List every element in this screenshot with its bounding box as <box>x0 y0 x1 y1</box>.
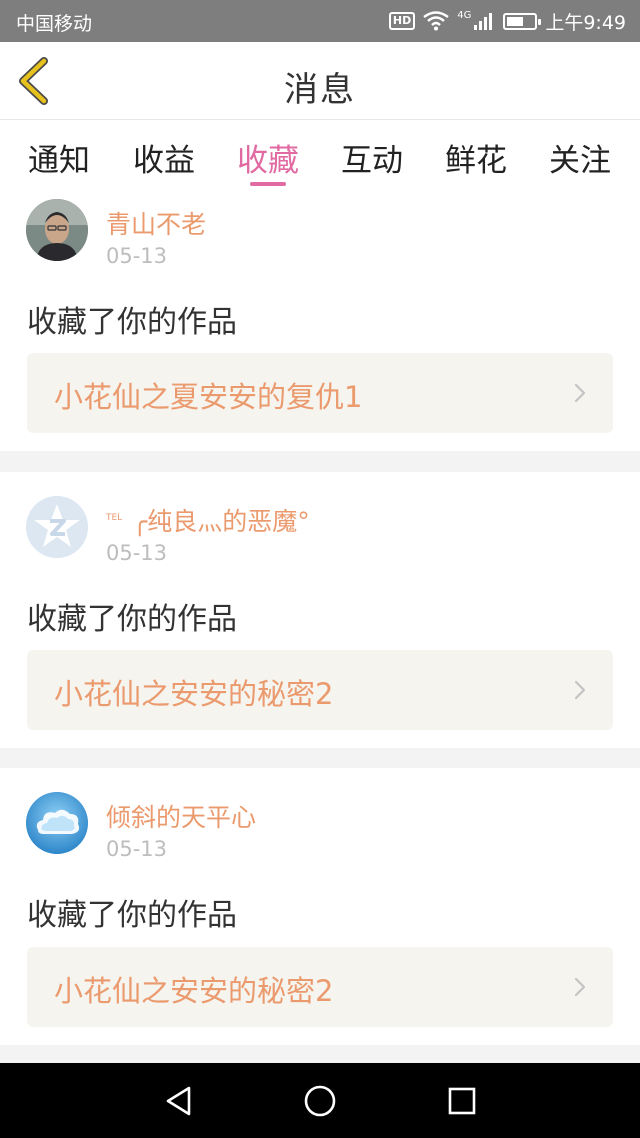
work-title: 小花仙之夏安安的复仇1 <box>54 380 363 414</box>
avatar[interactable] <box>26 792 88 854</box>
tab-favorites[interactable]: 收藏 <box>216 135 320 180</box>
wifi-icon <box>423 11 449 31</box>
hd-icon: HD <box>388 12 416 30</box>
card-divider <box>0 748 640 768</box>
card-divider <box>0 1045 640 1063</box>
username-prefix: TEL <box>106 513 123 523</box>
status-time: 上午9:49 <box>545 11 626 34</box>
message-date: 05-13 <box>106 244 168 268</box>
avatar[interactable] <box>26 199 88 261</box>
photo-avatar <box>26 199 88 261</box>
tab-flowers[interactable]: 鲜花 <box>424 135 528 180</box>
tab-bar: 通知 收益 收藏 互动 鲜花 关注 <box>0 121 640 193</box>
work-title: 小花仙之安安的秘密2 <box>54 677 334 711</box>
chevron-right-icon <box>574 680 586 700</box>
message-card: 青山不老 05-13 收藏了你的作品 小花仙之夏安安的复仇1 <box>0 193 640 451</box>
back-triangle-icon[interactable] <box>159 1081 199 1121</box>
network-type: 4G <box>457 9 472 21</box>
work-link[interactable]: 小花仙之安安的秘密2 <box>27 947 613 1027</box>
tab-follows[interactable]: 关注 <box>528 135 632 180</box>
work-link[interactable]: 小花仙之安安的秘密2 <box>27 650 613 730</box>
home-circle-icon[interactable] <box>300 1081 340 1121</box>
tab-earnings[interactable]: 收益 <box>112 135 216 180</box>
cloud-avatar <box>26 792 88 854</box>
active-tab-indicator <box>250 182 286 186</box>
status-bar: 中国移动 HD 4G 上午9:49 <box>0 0 640 42</box>
status-icons: HD 4G 上午9:49 <box>388 8 626 34</box>
system-nav-bar <box>0 1063 640 1138</box>
message-card: TEL ╭纯良灬的恶魔° 05-13 收藏了你的作品 小花仙之安安的秘密2 <box>0 472 640 748</box>
username[interactable]: 青山不老 <box>106 205 206 241</box>
recents-square-icon[interactable] <box>442 1081 482 1121</box>
card-divider <box>0 451 640 472</box>
work-title: 小花仙之安安的秘密2 <box>54 974 334 1008</box>
work-link[interactable]: 小花仙之夏安安的复仇1 <box>27 353 613 433</box>
action-text: 收藏了你的作品 <box>27 898 237 933</box>
message-date: 05-13 <box>106 541 168 565</box>
tab-interactions[interactable]: 互动 <box>320 135 424 180</box>
carrier-name: 中国移动 <box>16 13 93 35</box>
username[interactable]: 倾斜的天平心 <box>106 798 256 834</box>
qzone-avatar <box>26 496 88 558</box>
message-date: 05-13 <box>106 837 168 861</box>
page-title: 消息 <box>284 70 356 110</box>
battery-icon <box>503 12 542 30</box>
chevron-right-icon <box>574 977 586 997</box>
username-text: ╭纯良灬的恶魔° <box>132 507 310 536</box>
tab-notifications[interactable]: 通知 <box>7 135 111 180</box>
message-card: 倾斜的天平心 05-13 收藏了你的作品 小花仙之安安的秘密2 <box>0 768 640 1045</box>
action-text: 收藏了你的作品 <box>27 602 237 637</box>
chevron-right-icon <box>574 383 586 403</box>
avatar[interactable] <box>26 496 88 558</box>
action-text: 收藏了你的作品 <box>27 305 237 340</box>
header: 消息 <box>0 42 640 120</box>
signal-icon <box>474 13 493 30</box>
username[interactable]: TEL ╭纯良灬的恶魔° <box>106 502 310 538</box>
